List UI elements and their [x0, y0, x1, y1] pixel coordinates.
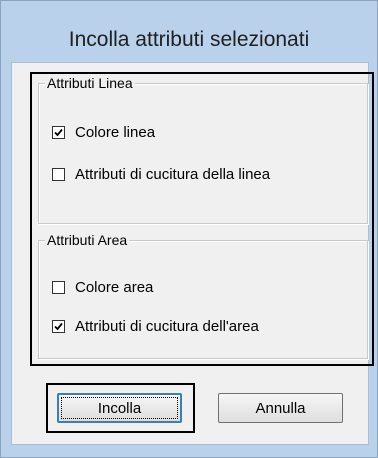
- area-color-label: Colore area: [75, 278, 154, 296]
- focus-rectangle: [61, 397, 178, 419]
- checkmark-icon: [54, 322, 63, 330]
- line-color-option[interactable]: Colore linea: [52, 122, 155, 142]
- area-color-checkbox[interactable]: [52, 280, 65, 294]
- area-attributes-group: Attributi Area: [38, 232, 368, 359]
- checkmark-icon: [54, 128, 63, 136]
- line-stitch-checkbox[interactable]: [52, 167, 65, 181]
- area-attributes-legend: Attributi Area: [45, 232, 130, 248]
- line-stitch-label: Attributi di cucitura della linea: [75, 165, 271, 183]
- line-attributes-legend: Attributi Linea: [45, 75, 135, 91]
- area-stitch-option[interactable]: Attributi di cucitura dell'area: [52, 316, 259, 336]
- line-stitch-option[interactable]: Attributi di cucitura della linea: [52, 164, 270, 184]
- dialog-window: Incolla attributi selezionati Attributi …: [0, 0, 378, 458]
- cancel-button[interactable]: Annulla: [218, 393, 343, 423]
- dialog-client-area: Attributi Linea Colore linea Attributi d…: [11, 62, 374, 445]
- line-attributes-group: Attributi Linea: [38, 75, 368, 224]
- area-color-option[interactable]: Colore area: [52, 277, 153, 297]
- paste-button[interactable]: Incolla: [57, 393, 182, 423]
- area-stitch-label: Attributi di cucitura dell'area: [75, 317, 259, 335]
- line-color-checkbox[interactable]: [52, 125, 65, 139]
- area-stitch-checkbox[interactable]: [52, 319, 65, 333]
- line-color-label: Colore linea: [75, 123, 156, 141]
- dialog-title: Incolla attributi selezionati: [68, 28, 310, 51]
